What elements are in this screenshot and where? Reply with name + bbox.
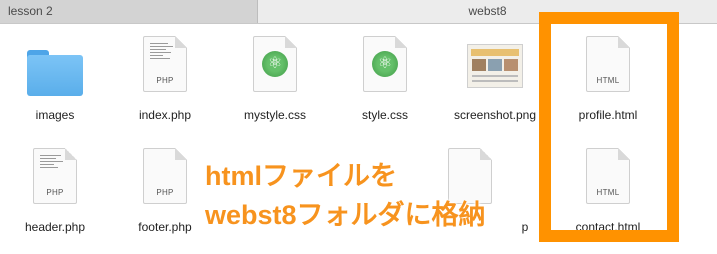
document-icon: PHP: [143, 36, 187, 92]
tab-lesson-2[interactable]: lesson 2: [0, 0, 258, 23]
atom-icon: ⚛: [262, 51, 288, 77]
document-icon: ⚛: [253, 36, 297, 92]
document-icon: PHP: [33, 148, 77, 204]
folder-icon: [27, 50, 83, 96]
document-icon: ⚛: [363, 36, 407, 92]
annotation-line-2: webst8フォルダに格納: [205, 200, 486, 230]
image-thumbnail-icon: [467, 44, 523, 88]
document-icon: [448, 148, 492, 204]
annotation-line-1: htmlファイルを: [205, 161, 397, 191]
atom-icon: ⚛: [372, 51, 398, 77]
highlight-frame: [539, 12, 679, 242]
document-icon: PHP: [143, 148, 187, 204]
